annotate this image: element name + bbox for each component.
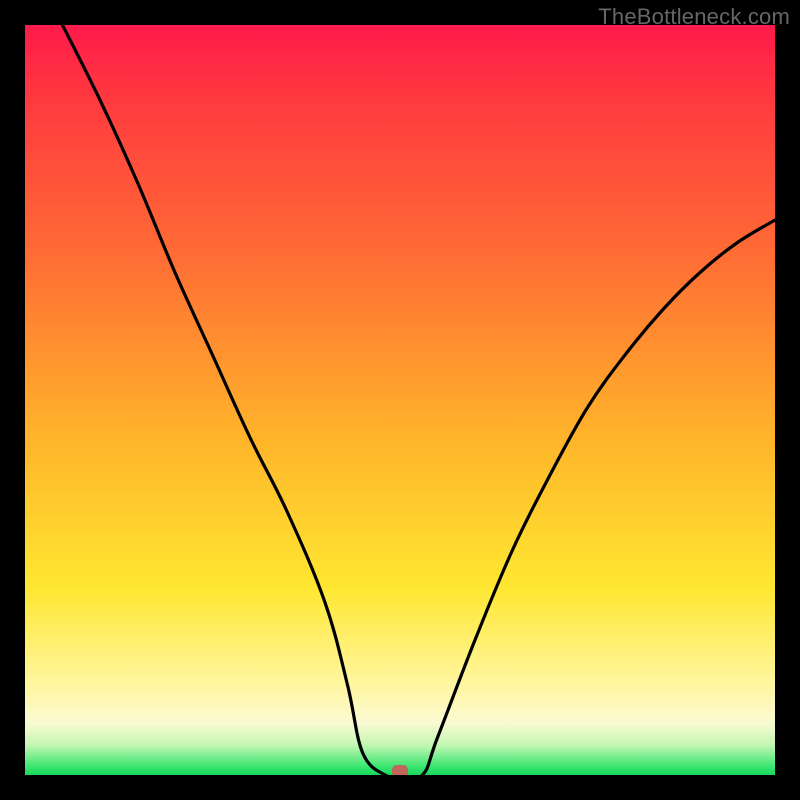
bottleneck-curve xyxy=(25,25,775,775)
watermark-text: TheBottleneck.com xyxy=(598,4,790,30)
plot-area xyxy=(25,25,775,775)
chart-frame: TheBottleneck.com xyxy=(0,0,800,800)
curve-path xyxy=(63,25,776,775)
minimum-marker xyxy=(392,765,408,775)
